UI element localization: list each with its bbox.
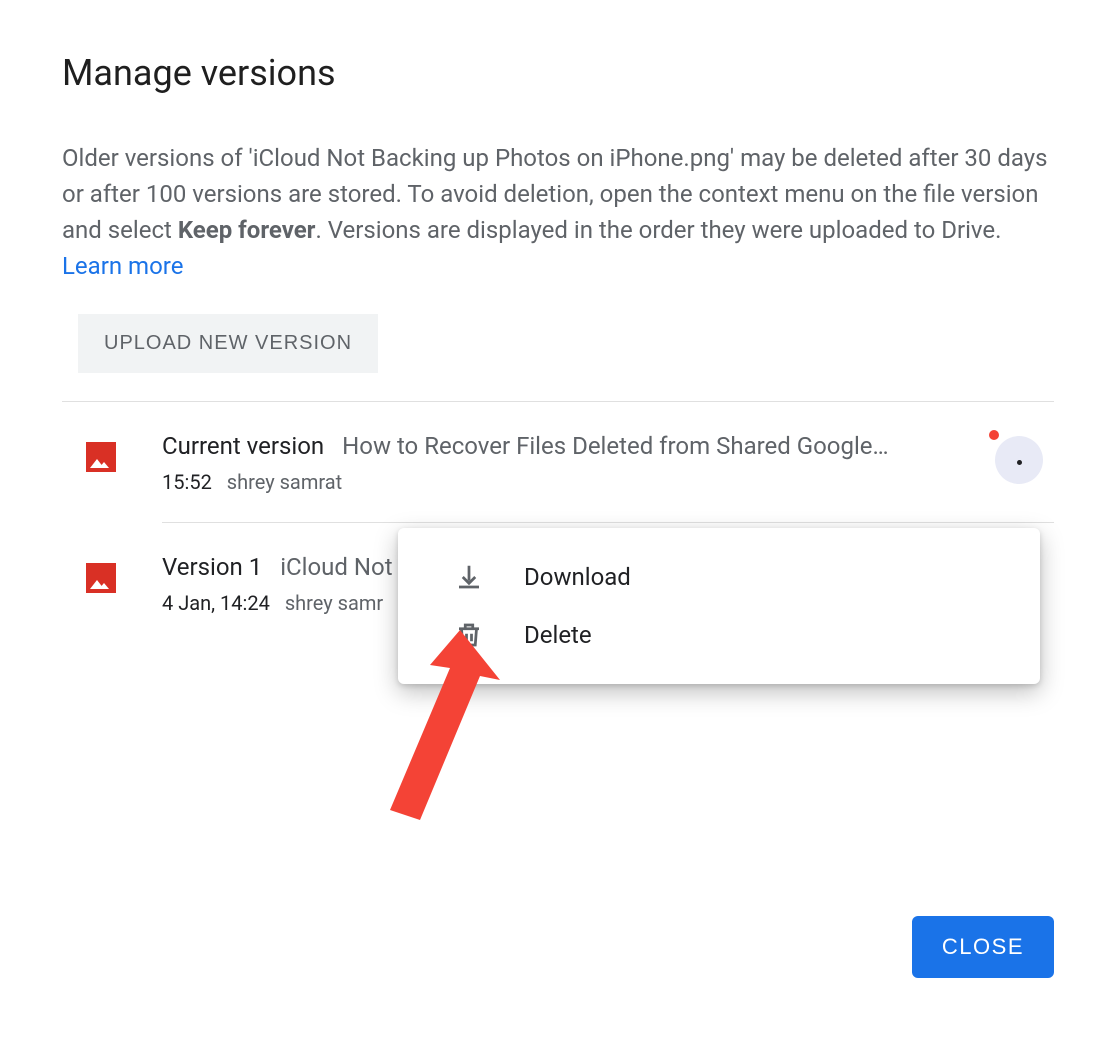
file-icon-col (62, 432, 162, 472)
version-filename: iCloud Not (280, 553, 392, 581)
image-file-icon (86, 563, 116, 593)
version-filename: How to Recover Files Deleted from Shared… (342, 432, 888, 460)
description-text-post: . Versions are displayed in the order th… (315, 216, 1001, 244)
version-body: Current version How to Recover Files Del… (162, 432, 984, 494)
version-label: Version 1 (162, 553, 262, 581)
menu-item-delete[interactable]: Delete (398, 606, 1040, 664)
dialog-description: Older versions of 'iCloud Not Backing up… (62, 140, 1054, 284)
more-options-button[interactable] (995, 436, 1043, 484)
image-file-icon (86, 442, 116, 472)
file-icon-col (62, 553, 162, 593)
download-icon (454, 562, 484, 592)
upload-new-version-button[interactable]: UPLOAD NEW VERSION (78, 314, 378, 373)
version-time: 4 Jan, 14:24 (162, 591, 270, 615)
close-button[interactable]: CLOSE (912, 916, 1054, 978)
annotation-highlight-box (989, 430, 999, 440)
menu-item-download-label: Download (524, 563, 631, 591)
version-context-menu: Download Delete (398, 528, 1040, 684)
version-user: shrey samr (285, 591, 383, 615)
learn-more-link[interactable]: Learn more (62, 252, 183, 280)
version-meta-line: 15:52 shrey samrat (162, 470, 984, 494)
version-actions-col (984, 432, 1054, 484)
menu-item-delete-label: Delete (524, 621, 592, 649)
dialog-title: Manage versions (62, 52, 1054, 94)
version-title-line: Current version How to Recover Files Del… (162, 432, 984, 460)
more-vertical-icon (1017, 460, 1022, 465)
version-user: shrey samrat (227, 470, 342, 494)
version-time: 15:52 (162, 470, 212, 494)
menu-item-download[interactable]: Download (398, 548, 1040, 606)
description-bold: Keep forever (178, 216, 316, 244)
version-label: Current version (162, 432, 324, 460)
trash-icon (454, 620, 484, 650)
version-row-current: Current version How to Recover Files Del… (62, 402, 1054, 522)
